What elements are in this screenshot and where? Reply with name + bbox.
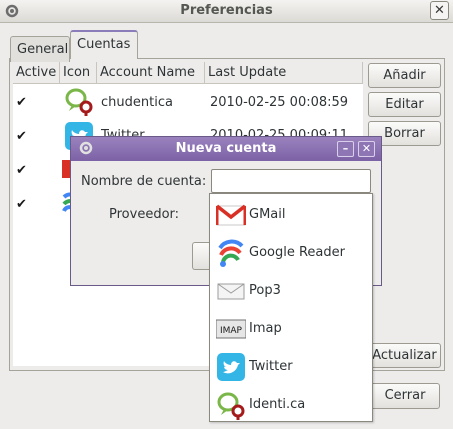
tab-cuentas[interactable]: Cuentas xyxy=(70,30,138,59)
column-header-last-update[interactable]: Last Update xyxy=(205,62,363,84)
envelope-icon xyxy=(217,283,245,300)
provider-option-identica[interactable]: Identi.ca xyxy=(214,387,370,423)
dialog-titlebar: Nueva cuenta – ✕ xyxy=(71,137,381,161)
identica-icon xyxy=(217,392,245,420)
twitter-icon xyxy=(217,353,245,381)
column-label: Icon xyxy=(63,65,91,80)
imap-icon: IMAP xyxy=(216,319,246,339)
row-active-checkbox[interactable]: ✔ xyxy=(16,96,29,109)
window-title: Preferencias xyxy=(180,3,273,18)
edit-account-button[interactable]: Editar xyxy=(368,92,441,117)
provider-dropdown-list: GMail Google Reader Pop3 IMAP Imap Twitt… xyxy=(209,193,373,422)
google-reader-icon xyxy=(218,239,244,267)
row-active-checkbox[interactable]: ✔ xyxy=(16,130,29,143)
provider-option-label: Pop3 xyxy=(249,283,281,298)
minimize-icon: – xyxy=(342,142,349,155)
update-button[interactable]: Actualizar xyxy=(368,343,441,368)
dialog-title: Nueva cuenta xyxy=(175,141,277,156)
identica-icon xyxy=(65,88,93,116)
add-account-button[interactable]: Añadir xyxy=(368,63,441,88)
tab-label: General xyxy=(17,42,69,57)
close-button[interactable]: Cerrar xyxy=(370,383,440,409)
account-name-label: Nombre de cuenta: xyxy=(81,174,207,189)
provider-option-twitter[interactable]: Twitter xyxy=(214,349,370,385)
row-last-update: 2010-02-25 00:08:59 xyxy=(210,95,349,110)
row-account-name: chudentica xyxy=(101,95,173,110)
provider-option-label: Google Reader xyxy=(249,245,345,260)
provider-option-label: Twitter xyxy=(249,359,293,374)
provider-option-label: GMail xyxy=(249,207,286,222)
column-label: Account Name xyxy=(100,65,195,80)
column-header-icon[interactable]: Icon xyxy=(60,62,97,84)
tab-label: Cuentas xyxy=(77,37,131,52)
column-header-account-name[interactable]: Account Name xyxy=(97,62,205,84)
provider-option-pop3[interactable]: Pop3 xyxy=(214,273,370,309)
column-label: Last Update xyxy=(208,65,287,80)
account-name-input[interactable] xyxy=(211,169,371,193)
svg-text:IMAP: IMAP xyxy=(220,326,243,336)
row-active-checkbox[interactable]: ✔ xyxy=(16,164,29,177)
provider-option-label: Imap xyxy=(249,321,282,336)
close-icon: ✕ xyxy=(434,3,445,18)
provider-option-imap[interactable]: IMAP Imap xyxy=(214,311,370,347)
row-active-checkbox[interactable]: ✔ xyxy=(16,198,29,211)
tab-general[interactable]: General xyxy=(10,36,70,62)
gmail-icon xyxy=(216,204,246,226)
window-titlebar: Preferencias ✕ xyxy=(0,0,453,23)
column-label: Active xyxy=(16,65,57,80)
minimize-button[interactable]: – xyxy=(337,141,354,157)
window-close-button[interactable]: ✕ xyxy=(430,1,449,20)
provider-option-label: Identi.ca xyxy=(249,397,306,412)
dialog-close-button[interactable]: ✕ xyxy=(358,141,375,157)
provider-label: Proveedor: xyxy=(109,207,180,222)
column-header-active[interactable]: Active xyxy=(13,62,60,84)
close-icon: ✕ xyxy=(361,142,372,155)
provider-option-google-reader[interactable]: Google Reader xyxy=(214,235,370,271)
provider-option-gmail[interactable]: GMail xyxy=(214,197,370,233)
